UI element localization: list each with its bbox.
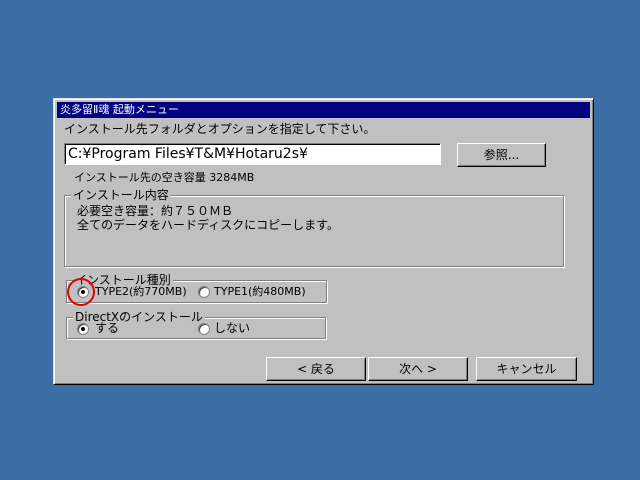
- directx-yes-radio[interactable]: [77, 323, 89, 335]
- back-button[interactable]: < 戻る: [266, 357, 366, 381]
- required-space-text: 必要空き容量：約７５０ＭＢ: [77, 204, 234, 218]
- next-button[interactable]: 次へ >: [368, 357, 468, 381]
- copy-description-text: 全てのデータをハードディスクにコピーします。: [77, 218, 339, 232]
- instruction-text: インストール先フォルダとオプションを指定して下さい。: [64, 122, 376, 136]
- directx-no-radio[interactable]: [198, 323, 210, 335]
- window-title: 炎多留Ⅱ魂 起動メニュー: [57, 102, 590, 118]
- cancel-button-label: キャンセル: [496, 362, 557, 376]
- directx-group: DirectXのインストール する しない: [66, 310, 326, 339]
- type1-label[interactable]: TYPE1(約480MB): [214, 285, 306, 299]
- install-contents-legend: インストール内容: [71, 188, 171, 202]
- directx-no-label[interactable]: しない: [214, 321, 250, 335]
- type2-label[interactable]: TYPE2(約770MB): [95, 285, 187, 299]
- back-button-label: < 戻る: [297, 362, 335, 376]
- browse-button[interactable]: 参照...: [457, 143, 546, 167]
- install-type-group: インストール種別 TYPE2(約770MB) TYPE1(約480MB): [66, 273, 327, 303]
- radio-selected-dot: [81, 327, 85, 331]
- install-contents-group: インストール内容 必要空き容量：約７５０ＭＢ 全てのデータをハードディスクにコピ…: [64, 188, 564, 267]
- install-dialog: 炎多留Ⅱ魂 起動メニュー インストール先フォルダとオプションを指定して下さい。 …: [53, 98, 594, 385]
- free-space-text: インストール先の空き容量 3284MB: [74, 171, 255, 184]
- type1-radio[interactable]: [198, 286, 210, 298]
- directx-legend: DirectXのインストール: [73, 310, 205, 324]
- install-path-input[interactable]: C:¥Program Files¥T&M¥Hotaru2s¥: [64, 143, 441, 165]
- highlight-circle-annotation: [67, 278, 95, 306]
- cancel-button[interactable]: キャンセル: [476, 357, 577, 381]
- next-button-label: 次へ >: [399, 362, 437, 376]
- directx-yes-label[interactable]: する: [95, 321, 119, 335]
- browse-button-label: 参照...: [483, 148, 520, 162]
